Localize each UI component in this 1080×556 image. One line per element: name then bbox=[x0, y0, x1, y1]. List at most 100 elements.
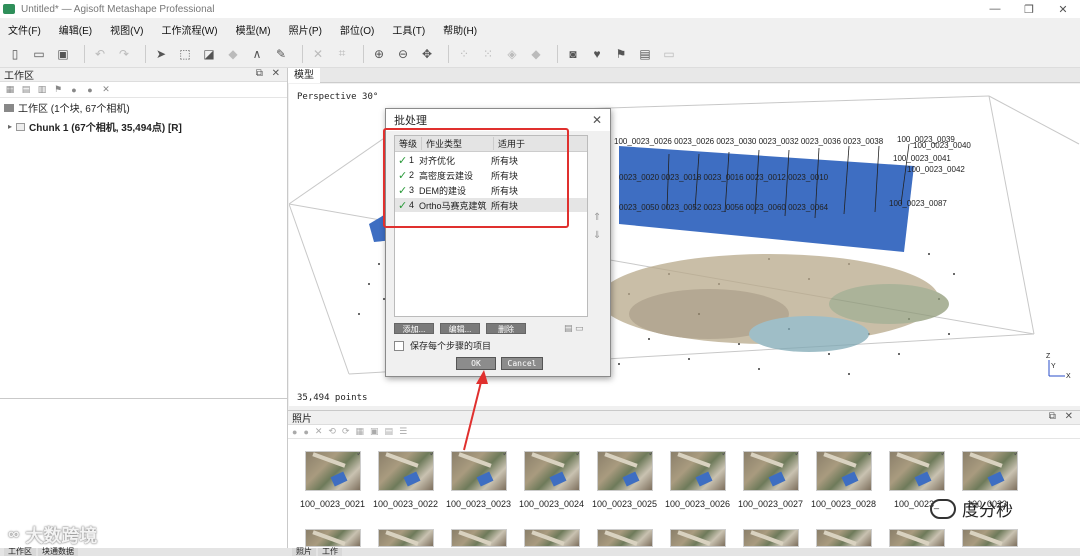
move-view-icon[interactable]: ✥ bbox=[418, 45, 436, 63]
expand-arrow-icon[interactable]: ▸ bbox=[8, 122, 12, 131]
new-file-icon[interactable]: ▯ bbox=[6, 45, 24, 63]
delete-selection-icon[interactable]: ✕ bbox=[309, 45, 327, 63]
save-icon[interactable]: ▣ bbox=[54, 45, 72, 63]
crop-icon[interactable]: ⌗ bbox=[333, 45, 351, 63]
photo-thumbnail[interactable] bbox=[588, 529, 661, 547]
reset-icon[interactable]: ⟳ bbox=[342, 426, 350, 437]
pane-controls[interactable]: ⧉ ✕ bbox=[1049, 411, 1076, 422]
menu-view[interactable]: 视图(V) bbox=[110, 22, 143, 37]
open-folder-icon[interactable]: ▭ bbox=[30, 45, 48, 63]
workspace-root[interactable]: 工作区 (1个块, 67个相机) bbox=[0, 98, 287, 117]
dense-cloud-icon[interactable]: ⁙ bbox=[479, 45, 497, 63]
photo-thumbnail[interactable] bbox=[953, 529, 1026, 547]
photo-image bbox=[669, 529, 726, 547]
details-icon[interactable]: ▤ bbox=[385, 426, 394, 437]
undo-icon[interactable]: ↶ bbox=[91, 45, 109, 63]
photo-image bbox=[596, 529, 653, 547]
photo-thumbnail[interactable] bbox=[369, 529, 442, 547]
delete-job-button[interactable]: 删除 bbox=[486, 323, 526, 334]
photo-thumbnail[interactable]: ✓ 100_0023_0028 bbox=[807, 451, 880, 509]
pointer-icon[interactable]: ➤ bbox=[152, 45, 170, 63]
photo-thumbnail[interactable]: ✓ 100_0023_0025 bbox=[588, 451, 661, 509]
close-window-button[interactable]: ✕ bbox=[1046, 0, 1080, 18]
texture-icon[interactable]: ◆ bbox=[527, 45, 545, 63]
workspace-title: 工作区 bbox=[4, 71, 34, 82]
photo-thumbnail[interactable]: ✓ 100_0023_0021 bbox=[296, 451, 369, 509]
save-project-checkbox[interactable] bbox=[394, 340, 404, 351]
add-job-button[interactable]: 添加... bbox=[394, 323, 434, 334]
photo-thumbnail[interactable]: ✓ 100_0023_0026 bbox=[661, 451, 734, 509]
mesh-icon[interactable]: ◈ bbox=[503, 45, 521, 63]
save-project-option[interactable]: 保存每个步骤的项目 bbox=[394, 339, 491, 352]
redo-icon[interactable]: ↷ bbox=[115, 45, 133, 63]
tab-jobs[interactable]: 工作 bbox=[318, 548, 342, 556]
list-view-icon[interactable]: ☰ bbox=[399, 426, 407, 437]
disable-icon[interactable]: ● bbox=[84, 85, 96, 95]
chunk-item[interactable]: ▸ Chunk 1 (67个相机, 35,494点) [R] bbox=[0, 117, 287, 136]
flag-icon[interactable]: ⚑ bbox=[612, 45, 630, 63]
camera-icon[interactable]: ◙ bbox=[564, 45, 582, 63]
tab-workspace[interactable]: 工作区 bbox=[4, 548, 36, 556]
disable-icon[interactable]: ● bbox=[303, 427, 308, 437]
photo-thumbnail[interactable] bbox=[807, 529, 880, 547]
photo-image bbox=[961, 529, 1018, 547]
photo-thumbnail[interactable] bbox=[296, 529, 369, 547]
menu-workflow[interactable]: 工作流程(W) bbox=[161, 22, 217, 37]
menu-ortho[interactable]: 部位(O) bbox=[340, 22, 374, 37]
move-object-icon[interactable]: ◆ bbox=[224, 45, 242, 63]
menu-help[interactable]: 帮助(H) bbox=[443, 22, 477, 37]
enable-icon[interactable]: ● bbox=[68, 85, 80, 95]
menu-file[interactable]: 文件(F) bbox=[8, 22, 41, 37]
ruler-horizontal-icon[interactable]: ▭ bbox=[660, 45, 678, 63]
edit-job-button[interactable]: 编辑... bbox=[440, 323, 480, 334]
menu-model[interactable]: 模型(M) bbox=[236, 22, 271, 37]
photo-thumbnail[interactable]: ✓ 100_0023_0023 bbox=[442, 451, 515, 509]
image-icon[interactable]: ▤ bbox=[636, 45, 654, 63]
photo-thumbnail[interactable] bbox=[661, 529, 734, 547]
grid-points-icon[interactable]: ⁘ bbox=[455, 45, 473, 63]
ok-button[interactable]: OK bbox=[456, 357, 496, 370]
photo-thumbnail[interactable] bbox=[515, 529, 588, 547]
add-chunk-icon[interactable]: ▦ bbox=[4, 84, 16, 95]
zoom-in-icon[interactable]: ⊕ bbox=[370, 45, 388, 63]
add-marker-icon[interactable]: ⚑ bbox=[52, 84, 64, 95]
add-photos-icon[interactable]: ▤ bbox=[20, 84, 32, 95]
tab-model[interactable]: 模型 bbox=[288, 68, 320, 83]
restore-button[interactable]: ❐ bbox=[1012, 0, 1046, 18]
shapes-icon[interactable]: ♥ bbox=[588, 45, 606, 63]
rect-select-icon[interactable]: ⬚ bbox=[176, 45, 194, 63]
add-folder-icon[interactable]: ▥ bbox=[36, 84, 48, 95]
photo-thumbnail[interactable]: ✓ 100_0023_0022 bbox=[369, 451, 442, 509]
move-up-icon[interactable]: ⇑ bbox=[593, 209, 601, 227]
photo-thumbnail[interactable]: ✓ 100_0023_0027 bbox=[734, 451, 807, 509]
pane-controls[interactable]: ⧉ ✕ bbox=[256, 68, 283, 79]
remove-icon[interactable]: ✕ bbox=[100, 84, 112, 95]
menu-tools[interactable]: 工具(T) bbox=[392, 22, 425, 37]
zoom-out-icon[interactable]: ⊖ bbox=[394, 45, 412, 63]
menu-edit[interactable]: 编辑(E) bbox=[59, 22, 92, 37]
menu-photo[interactable]: 照片(P) bbox=[289, 22, 322, 37]
brush-select-icon[interactable]: ◪ bbox=[200, 45, 218, 63]
photo-thumbnail[interactable] bbox=[442, 529, 515, 547]
enable-icon[interactable]: ● bbox=[292, 427, 297, 437]
thumbnail-size-icon[interactable]: ▣ bbox=[370, 426, 379, 437]
minimize-button[interactable]: — bbox=[978, 0, 1012, 18]
photo-thumbnail[interactable] bbox=[734, 529, 807, 547]
save-list-icon[interactable]: ▤ bbox=[564, 323, 573, 333]
photo-thumbnail[interactable]: ✓ 100_0023_0024 bbox=[515, 451, 588, 509]
dialog-file-icons: ▤ ▭ bbox=[564, 323, 584, 334]
cancel-button[interactable]: Cancel bbox=[501, 357, 543, 370]
load-list-icon[interactable]: ▭ bbox=[575, 323, 584, 333]
check-icon: ✓ bbox=[794, 452, 798, 459]
move-down-icon[interactable]: ⇓ bbox=[593, 227, 601, 245]
view-mode-icon[interactable]: ▦ bbox=[356, 426, 365, 437]
remove-icon[interactable]: ✕ bbox=[315, 426, 323, 437]
eraser-icon[interactable]: ✎ bbox=[272, 45, 290, 63]
rotate-icon[interactable]: ⟲ bbox=[328, 426, 336, 437]
title-bar: Untitled* — Agisoft Metashape Profession… bbox=[0, 0, 1080, 18]
tab-photos[interactable]: 照片 bbox=[292, 548, 316, 556]
close-icon[interactable]: ✕ bbox=[592, 113, 602, 127]
ruler-icon[interactable]: ∧ bbox=[248, 45, 266, 63]
photo-thumbnail[interactable] bbox=[880, 529, 953, 547]
tab-chunk-data[interactable]: 块通数据 bbox=[38, 548, 78, 556]
